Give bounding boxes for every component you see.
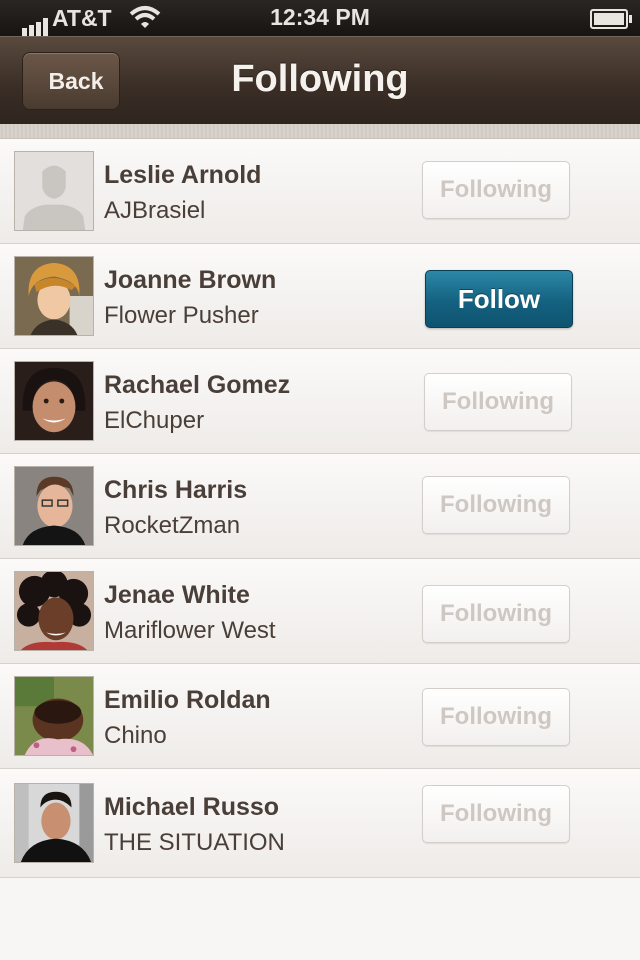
following-button[interactable]: Following bbox=[422, 476, 570, 534]
navigation-bar: Back Following bbox=[0, 36, 640, 128]
list-item[interactable]: Joanne Brown Flower Pusher Follow bbox=[0, 244, 640, 349]
list-item[interactable]: Emilio Roldan Chino Following bbox=[0, 664, 640, 769]
user-name: Leslie Arnold bbox=[104, 161, 262, 189]
user-name: Chris Harris bbox=[104, 476, 248, 504]
following-button[interactable]: Following bbox=[422, 585, 570, 643]
clock: 12:34 PM bbox=[270, 4, 370, 30]
user-handle: Mariflower West bbox=[104, 617, 276, 644]
following-button[interactable]: Following bbox=[422, 785, 570, 843]
avatar bbox=[14, 783, 94, 863]
nav-divider bbox=[0, 124, 640, 139]
avatar-placeholder-icon bbox=[14, 151, 94, 231]
user-handle: ElChuper bbox=[104, 407, 205, 434]
user-handle: AJBrasiel bbox=[104, 197, 206, 224]
following-list: Leslie Arnold AJBrasiel Following Joanne… bbox=[0, 139, 640, 878]
following-button[interactable]: Following bbox=[422, 688, 570, 746]
following-button[interactable]: Following bbox=[424, 373, 572, 431]
list-item[interactable]: Jenae White Mariflower West Following bbox=[0, 559, 640, 664]
user-name: Joanne Brown bbox=[104, 266, 277, 294]
avatar bbox=[14, 676, 94, 756]
user-name: Rachael Gomez bbox=[104, 371, 291, 399]
list-item[interactable]: Rachael Gomez ElChuper Following bbox=[0, 349, 640, 454]
user-name: Jenae White bbox=[104, 581, 250, 609]
avatar bbox=[14, 571, 94, 651]
avatar bbox=[14, 256, 94, 336]
user-handle: Flower Pusher bbox=[104, 302, 259, 329]
user-name: Emilio Roldan bbox=[104, 686, 271, 714]
user-handle: Chino bbox=[104, 722, 167, 749]
avatar bbox=[14, 466, 94, 546]
battery-icon bbox=[590, 9, 632, 29]
list-item[interactable]: Leslie Arnold AJBrasiel Following bbox=[0, 139, 640, 244]
user-handle: THE SITUATION bbox=[104, 829, 285, 856]
status-bar: AT&T 12:34 PM bbox=[0, 0, 640, 36]
list-item[interactable]: Chris Harris RocketZman Following bbox=[0, 454, 640, 559]
avatar bbox=[14, 361, 94, 441]
list-item[interactable]: Michael Russo THE SITUATION Following bbox=[0, 769, 640, 878]
user-handle: RocketZman bbox=[104, 512, 241, 539]
following-button[interactable]: Following bbox=[422, 161, 570, 219]
user-name: Michael Russo bbox=[104, 793, 280, 821]
follow-button[interactable]: Follow bbox=[425, 270, 573, 328]
back-button-label: Back bbox=[48, 67, 104, 94]
